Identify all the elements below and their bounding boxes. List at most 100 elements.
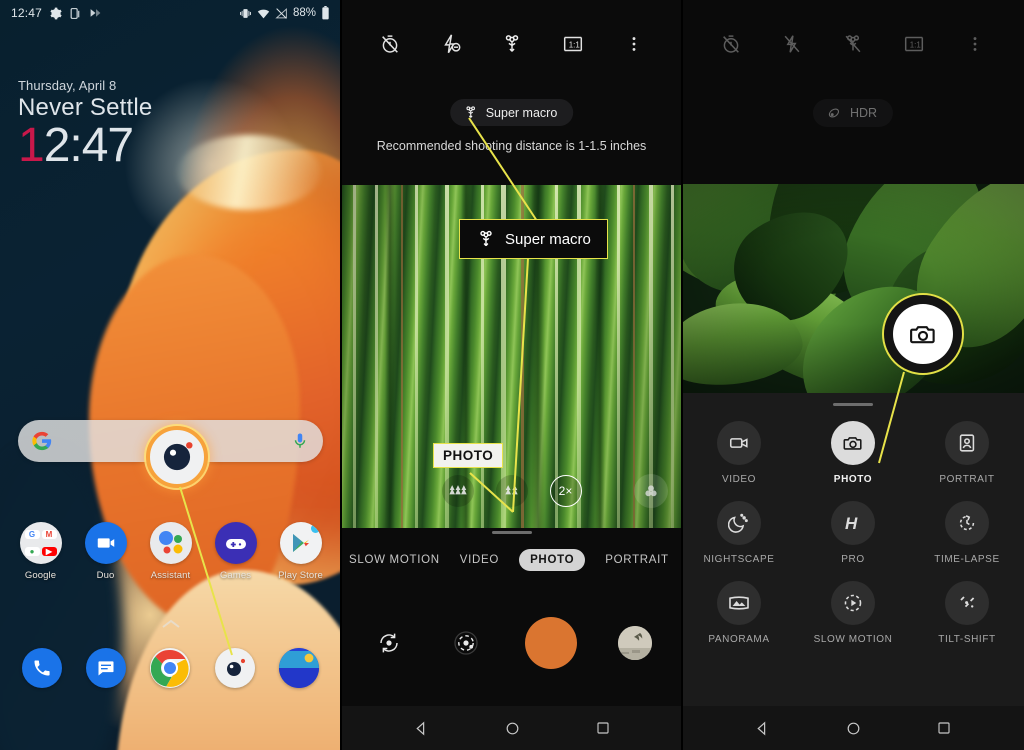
- messages-icon[interactable]: [86, 648, 127, 688]
- shutter-button[interactable]: [525, 617, 577, 669]
- gallery-thumbnail[interactable]: [618, 626, 652, 660]
- mode-label: TIME-LAPSE: [934, 554, 1000, 565]
- mode-icon-wrap: [831, 581, 875, 625]
- zoom-level-button[interactable]: 2×: [549, 475, 582, 507]
- home-icon[interactable]: [845, 720, 862, 737]
- games-icon[interactable]: [214, 522, 257, 564]
- app-icon-play-store[interactable]: Play Store: [273, 522, 329, 581]
- mode-grid-item-slow-motion[interactable]: SLOW MOTION: [796, 581, 910, 645]
- mode-icon-wrap: [717, 501, 761, 545]
- duo-icon[interactable]: [84, 522, 127, 564]
- mode-label: SLOW MOTION: [813, 634, 893, 645]
- message-bubble-glyph: [98, 661, 114, 676]
- flash-off-icon[interactable]: [777, 29, 807, 59]
- lock-clock: 12:47: [18, 120, 152, 172]
- recents-icon[interactable]: [936, 720, 952, 736]
- gamepad-glyph: [225, 539, 246, 549]
- mode-video[interactable]: VIDEO: [460, 554, 499, 566]
- app-label: Play Store: [278, 570, 323, 581]
- assistant-icon[interactable]: [149, 522, 192, 564]
- mode-icon-wrap: [945, 581, 989, 625]
- moon-stars-icon: [728, 513, 748, 533]
- mode-label: PANORAMA: [708, 634, 770, 645]
- home-icon[interactable]: [504, 720, 521, 737]
- chrome-icon[interactable]: [150, 648, 191, 688]
- microphone-icon[interactable]: [291, 432, 309, 450]
- folder-cell-maps: ●: [24, 547, 40, 556]
- no-signal-icon: [275, 7, 287, 19]
- filters-icon[interactable]: [448, 625, 484, 661]
- battery-percent-label: 88%: [292, 7, 316, 19]
- macro-flower-icon: [480, 230, 492, 247]
- mode-grid-item-pro[interactable]: H PRO: [796, 501, 910, 565]
- google-folder-icon[interactable]: G M ● ▶: [19, 522, 62, 564]
- assistant-dots-glyph: [158, 531, 182, 554]
- wifi-icon: [257, 9, 270, 18]
- phone-icon[interactable]: [22, 648, 63, 688]
- hdr-chip[interactable]: HDR: [812, 99, 894, 127]
- mode-grid-item-video[interactable]: VIDEO: [682, 421, 796, 485]
- super-macro-chip[interactable]: Super macro: [449, 99, 574, 126]
- app-drawer-chevron-icon[interactable]: [160, 618, 182, 630]
- app-icon-games[interactable]: Games: [208, 522, 264, 581]
- mode-grid-item-nightscape[interactable]: NIGHTSCAPE: [682, 501, 796, 565]
- dock: [0, 648, 341, 688]
- mode-icon-wrap: [945, 421, 989, 465]
- screenshot-stage: 12:47 88% Thursday, April 8 Never Settle…: [0, 0, 1024, 750]
- panorama-icon: [729, 596, 749, 610]
- mode-grid-item-time-lapse[interactable]: TIME-LAPSE: [910, 501, 1024, 565]
- mode-picker-sheet: VIDEO PHOTO PORTRAIT NIGHTSCAPE H PRO TI…: [682, 393, 1024, 706]
- svg-text:H: H: [845, 514, 858, 533]
- app-icon-google-folder[interactable]: G M ● ▶ Google: [13, 522, 69, 581]
- portrait-person-icon: [959, 434, 975, 452]
- play-store-icon[interactable]: [279, 522, 322, 564]
- app-icon-assistant[interactable]: Assistant: [143, 522, 199, 581]
- app-icon-duo[interactable]: Duo: [78, 522, 134, 581]
- back-icon[interactable]: [754, 720, 771, 737]
- status-bar-left: 12:47: [11, 6, 102, 20]
- aspect-ratio-1-1-icon[interactable]: 1:1: [558, 29, 588, 59]
- mode-grid-item-photo[interactable]: PHOTO: [796, 421, 910, 485]
- status-bar-clock: 12:47: [11, 6, 43, 20]
- flash-off-icon[interactable]: [436, 29, 466, 59]
- zoom-extra-button[interactable]: [634, 474, 668, 508]
- mode-photo[interactable]: PHOTO: [519, 549, 586, 571]
- lock-screen-info: Thursday, April 8 Never Settle 12:47: [18, 78, 152, 172]
- switch-camera-icon[interactable]: [371, 625, 407, 661]
- mode-grid-item-tilt-shift[interactable]: TILT-SHIFT: [910, 581, 1024, 645]
- more-vertical-icon[interactable]: [960, 29, 990, 59]
- camera-app-icon[interactable]: [214, 648, 255, 688]
- app-row: G M ● ▶ Google Duo Assistant Games Play …: [0, 522, 341, 581]
- camera-app-highlight-ring[interactable]: [146, 426, 208, 488]
- camera-viewfinder[interactable]: [682, 184, 1024, 396]
- back-icon[interactable]: [413, 720, 430, 737]
- mode-label: PRO: [841, 554, 865, 565]
- zoom-tele-button[interactable]: [495, 475, 528, 507]
- mode-grid-item-panorama[interactable]: PANORAMA: [682, 581, 796, 645]
- mode-portrait[interactable]: PORTRAIT: [605, 554, 669, 566]
- more-vertical-icon[interactable]: [619, 29, 649, 59]
- mode-sheet-handle[interactable]: [491, 531, 532, 534]
- gallery-icon[interactable]: [278, 648, 319, 688]
- slow-motion-play-icon: [844, 594, 862, 612]
- mode-slow-motion[interactable]: SLOW MOTION: [349, 554, 440, 566]
- macro-off-icon[interactable]: [838, 29, 868, 59]
- panel-home-screen: 12:47 88% Thursday, April 8 Never Settle…: [0, 0, 341, 750]
- filters-glyph: [454, 631, 478, 655]
- zoom-wide-button[interactable]: [441, 475, 474, 507]
- tilt-shift-icon: [960, 596, 975, 608]
- pro-h-icon: H: [845, 514, 858, 533]
- annotation-ring-inner: [893, 304, 953, 364]
- lock-date: Thursday, April 8: [18, 78, 117, 93]
- lock-clock-rest: 2:47: [43, 119, 134, 172]
- photo-camera-icon: [910, 326, 935, 344]
- aspect-ratio-1-1-icon[interactable]: 1:1: [899, 29, 929, 59]
- recents-icon[interactable]: [595, 720, 611, 736]
- timer-off-icon[interactable]: [375, 29, 405, 59]
- timer-off-icon[interactable]: [716, 29, 746, 59]
- camera-lens-glyph: [163, 442, 193, 471]
- phone-glyph: [34, 660, 50, 676]
- mode-sheet-handle[interactable]: [833, 403, 873, 406]
- mode-grid-item-portrait[interactable]: PORTRAIT: [910, 421, 1024, 485]
- macro-flower-icon[interactable]: [497, 29, 527, 59]
